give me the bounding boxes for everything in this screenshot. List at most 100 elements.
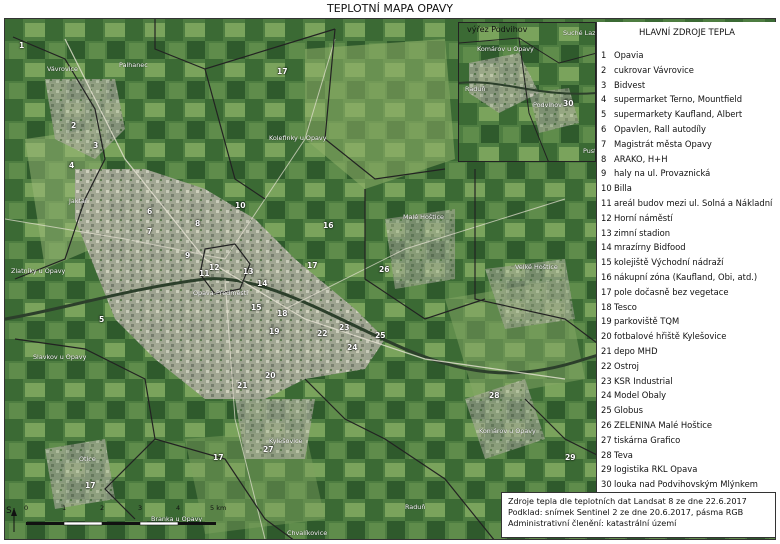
place-radun: Raduň [405, 503, 426, 511]
inset-place-komarov: Komárov u Opavy [477, 45, 534, 53]
legend-item-number: 22 [601, 360, 612, 371]
inset-podvihov: výřez Podvihov Komárov u Opavy Raduň Pod… [458, 22, 596, 162]
note-line-1: Zdroje tepla dle teplotních dat Landsat … [508, 496, 747, 506]
legend-item-number: 2 [601, 64, 607, 75]
legend-item-number: 20 [601, 331, 612, 342]
legend-item-label: Tesco [614, 301, 637, 312]
note-line-2: Podklad: snímek Sentinel 2 ze dne 20.6.2… [508, 507, 744, 517]
legend-item-label: tiskárna Grafico [614, 434, 681, 445]
legend-item-number: 3 [601, 79, 607, 90]
marker-14: 14 [257, 279, 268, 288]
marker-10: 10 [235, 201, 246, 210]
legend-item-number: 29 [601, 464, 612, 475]
marker-26: 26 [379, 265, 390, 274]
marker-6: 6 [147, 207, 153, 216]
marker-5: 5 [99, 315, 105, 324]
legend-item-label: Bidvest [614, 79, 646, 90]
legend-item: 24 Model Obaly [601, 388, 666, 402]
legend-item-number: 5 [601, 109, 607, 120]
inset-place-suche-lazce: Suché Lazce [563, 29, 596, 37]
place-slavkov: Slavkov u Opavy [33, 353, 87, 361]
legend-item-number: 21 [601, 346, 612, 356]
legend-item: 3 Bidvest [601, 78, 645, 92]
marker-4: 4 [69, 161, 75, 170]
marker-28: 28 [489, 391, 500, 400]
note-line-3: Administrativní členění: katastrální úze… [508, 518, 677, 528]
legend-item-label: Opavia [614, 50, 644, 60]
legend-item-label: logistika RKL Opava [614, 464, 698, 475]
legend-item-label: parkoviště TQM [614, 316, 680, 327]
legend-item: 6 Opavlen, Rall autodíly [601, 122, 706, 136]
legend-item-number: 13 [601, 227, 612, 238]
legend-item-label: supermarket Terno, Mountfield [614, 94, 743, 105]
inset-title: výřez Podvihov [467, 25, 528, 34]
legend-item: 19 parkoviště TQM [601, 314, 679, 328]
scale-bar: 0 1 2 3 4 5 km [8, 504, 238, 540]
legend-item: 15 kolejiště Východní nádraží [601, 255, 723, 269]
legend-item-number: 26 [601, 420, 612, 430]
inset-place-radun: Raduň [465, 85, 486, 93]
legend-item: 7 Magistrát města Opavy [601, 137, 712, 151]
marker-18: 18 [277, 309, 288, 318]
legend-item-label: Teva [614, 449, 633, 460]
legend-item: 25 Globus [601, 403, 643, 417]
place-zlatniky: Zlatníky u Opavy [11, 267, 66, 275]
legend-item-number: 30 [601, 479, 612, 490]
marker-29: 29 [565, 453, 576, 462]
legend-panel: HLAVNÍ ZDROJE TEPLA 1 Opavia 2 cukrovar Váv… [596, 22, 776, 492]
marker-17c: 17 [213, 453, 224, 462]
map-figure: TEPLOTNÍ MAPA OPAVY Vávrovice Palhanec J… [0, 0, 780, 543]
legend-item-label: Billa [614, 183, 632, 194]
legend-item-number: 15 [601, 257, 612, 268]
marker-27: 27 [263, 445, 274, 454]
marker-19: 19 [269, 327, 280, 336]
map-title: TEPLOTNÍ MAPA OPAVY [326, 2, 453, 15]
legend-item-label: fotbalové hřiště Kylešovice [614, 331, 727, 342]
inset-marker-30: 30 [563, 99, 574, 108]
legend-item: 13 zimní stadion [601, 226, 670, 240]
legend-item-label: cukrovar Vávrovice [614, 64, 694, 75]
legend-item-label: Horní náměstí [614, 212, 673, 223]
legend-item: 23 KSR Industrial [601, 374, 673, 388]
legend-title: HLAVNÍ ZDROJE TEPLA [639, 28, 735, 38]
legend-item-number: 23 [601, 375, 612, 386]
place-jaktar: Jaktař [69, 197, 88, 205]
legend-item: 16 nákupní zóna (Kaufland, Obi, atd.) [601, 270, 757, 284]
legend-item-label: pole dočasně bez vegetace [614, 286, 729, 297]
legend-item: 29 logistika RKL Opava [601, 462, 697, 476]
scale-bar-graphic [11, 508, 216, 532]
scale-tick-1: 1 [62, 504, 67, 512]
legend-item: 4 supermarket Terno, Mountfield [601, 92, 742, 106]
legend-item-number: 4 [601, 94, 607, 105]
legend-item-label: zimní stadion [614, 227, 671, 238]
legend-item-number: 1 [601, 50, 607, 60]
scale-tick-3: 3 [138, 504, 143, 512]
scale-tick-2: 2 [100, 504, 105, 512]
marker-2: 2 [71, 121, 77, 130]
legend-item-label: areál budov mezi ul. Solná a Nákladní [614, 198, 773, 208]
legend-item-label: mrazírny Bidfood [614, 242, 686, 253]
marker-24: 24 [347, 343, 358, 352]
legend-item-number: 16 [601, 272, 612, 282]
legend-item-label: haly na ul. Provaznická [614, 168, 711, 179]
inset-place-podvihov: Podvihov [533, 101, 562, 109]
legend-item: 12 Horní náměstí [601, 211, 673, 225]
legend-item-number: 7 [601, 138, 607, 149]
legend-item-number: 25 [601, 405, 612, 416]
legend-item-number: 17 [601, 286, 612, 297]
legend-item: 20 fotbalové hřiště Kylešovice [601, 329, 726, 343]
place-opava-predmesti: Opava-Předměstí [193, 289, 248, 297]
legend-item-label: louka nad Podvihovským Mlýnkem [614, 479, 758, 490]
legend-item-label: ZELENINA Malé Hoštice [614, 420, 713, 430]
legend-item: 22 Ostroj [601, 359, 639, 373]
legend-item-label: Magistrát města Opavy [614, 138, 712, 149]
marker-23: 23 [339, 323, 350, 332]
legend-item: 10 Billa [601, 181, 632, 195]
place-kylesovice: Kylešovice [269, 437, 303, 445]
place-vavrovice: Vávrovice [47, 65, 78, 73]
legend-item-label: depo MHD [614, 346, 658, 356]
legend-item: 8 ARAKO, H+H [601, 152, 668, 166]
marker-9: 9 [185, 251, 191, 260]
marker-16: 16 [323, 221, 334, 230]
legend-item-number: 14 [601, 242, 612, 253]
